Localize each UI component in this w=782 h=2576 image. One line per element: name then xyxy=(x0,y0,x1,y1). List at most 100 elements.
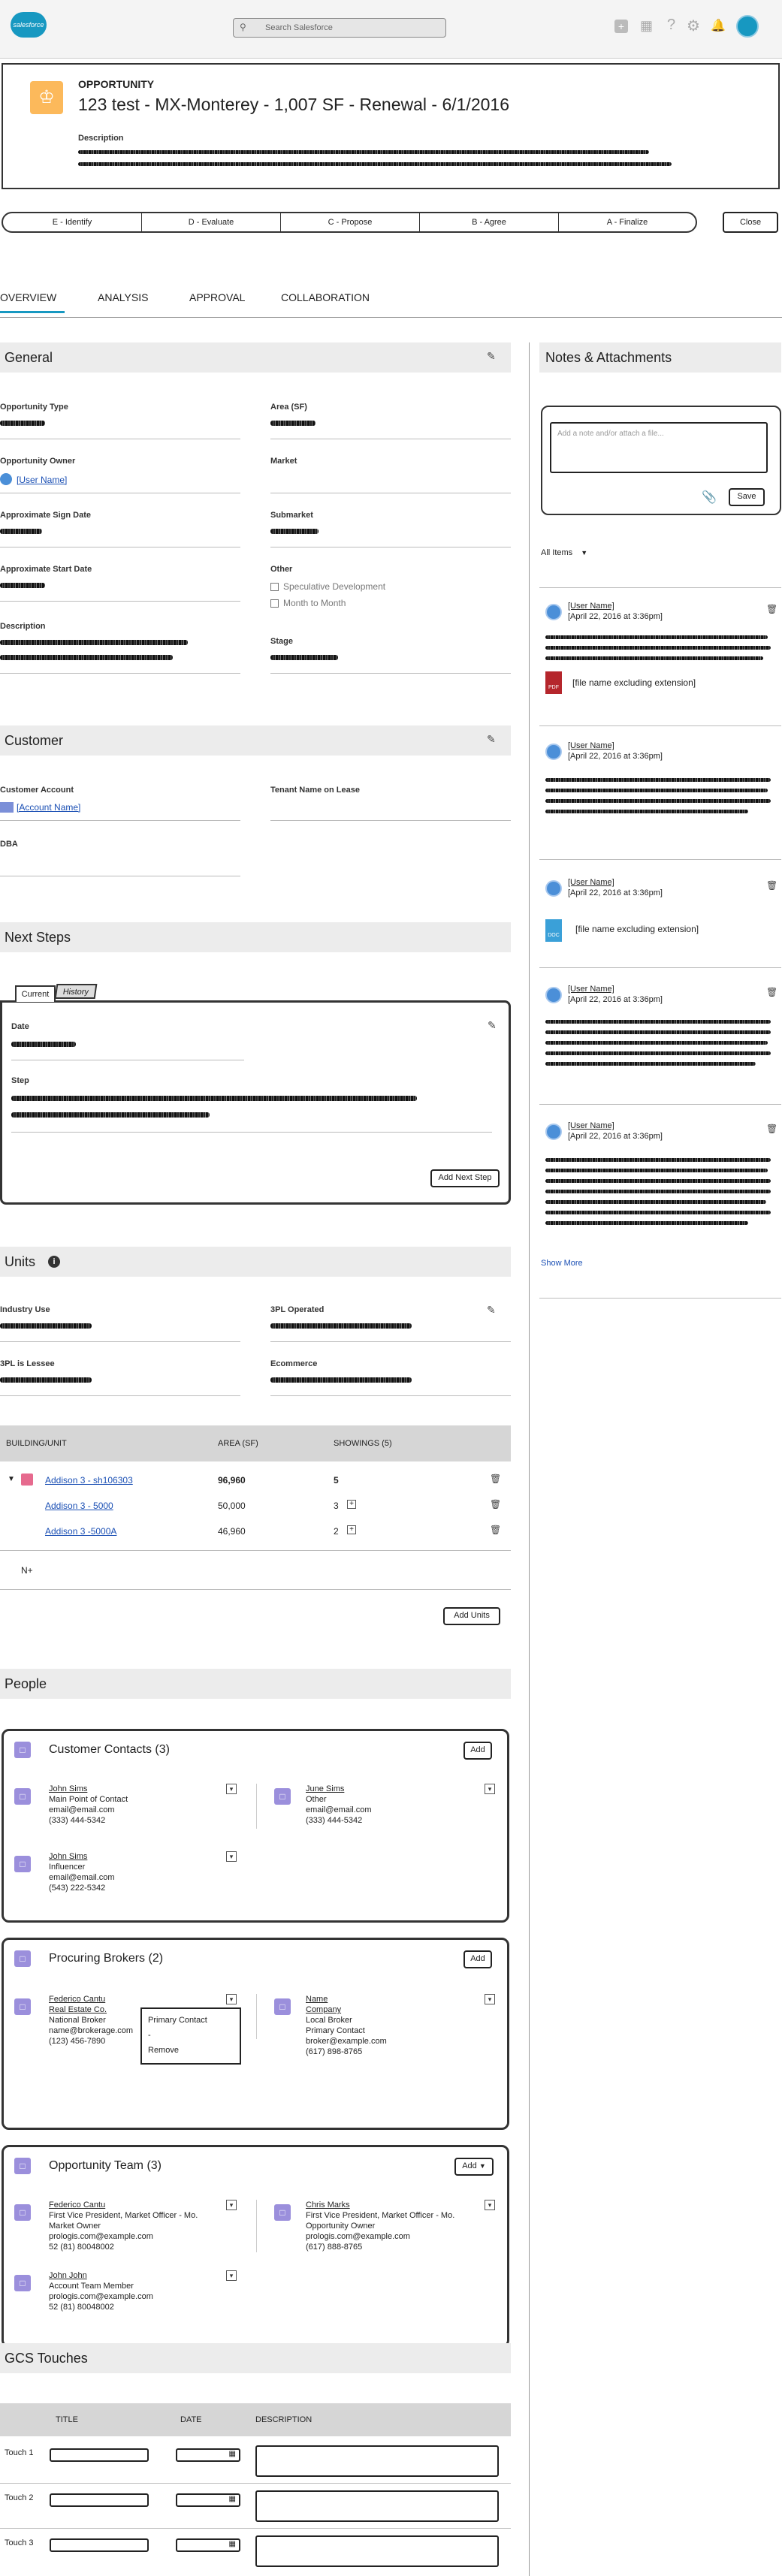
member-name[interactable]: John John xyxy=(49,2270,87,2281)
path-stage[interactable]: B - Agree xyxy=(420,213,559,231)
description-input[interactable] xyxy=(255,2535,499,2567)
chevron-down-icon: ▼ xyxy=(479,2162,486,2170)
note-body xyxy=(545,1211,771,1214)
info-icon[interactable]: i xyxy=(48,1256,60,1268)
attach-icon[interactable]: 📎 xyxy=(702,490,717,505)
broker-company[interactable]: Real Estate Co. xyxy=(49,2004,107,2015)
contact-name[interactable]: John Sims xyxy=(49,1784,87,1794)
bell-icon[interactable]: 🔔 xyxy=(711,18,726,33)
date-input[interactable]: ▦ xyxy=(176,2538,240,2552)
file-name[interactable]: [file name excluding extension] xyxy=(572,677,696,688)
tab-approval[interactable]: APPROVAL xyxy=(189,291,245,303)
add-units-button[interactable]: Add Units xyxy=(443,1607,500,1625)
add-team-member-button[interactable]: Add ▼ xyxy=(454,2158,494,2176)
path-stage[interactable]: E - Identify xyxy=(3,213,142,231)
speculative-checkbox[interactable]: Speculative Development xyxy=(270,581,385,592)
chevron-down-icon[interactable]: ▾ xyxy=(485,1994,495,2004)
title-input[interactable] xyxy=(50,2493,149,2507)
file-name[interactable]: [file name excluding extension] xyxy=(575,924,699,934)
tab-analysis[interactable]: ANALYSIS xyxy=(98,291,148,303)
chevron-down-icon[interactable]: ▾ xyxy=(226,2200,237,2210)
tab-overview[interactable]: OVERVIEW xyxy=(0,291,56,303)
month-to-month-checkbox[interactable]: Month to Month xyxy=(270,598,346,608)
plus-icon[interactable]: + xyxy=(614,20,628,33)
unit-area: 50,000 xyxy=(218,1501,246,1511)
account-link[interactable]: [Account Name] xyxy=(17,802,80,813)
trash-icon[interactable]: 🗑 xyxy=(766,604,777,614)
trash-icon[interactable]: 🗑 xyxy=(766,880,777,891)
note-author[interactable]: [User Name] xyxy=(568,601,614,611)
filter-dropdown[interactable]: All Items ▼ xyxy=(541,548,587,557)
trash-icon[interactable]: 🗑 xyxy=(766,1124,777,1134)
expand-icon[interactable]: ▼ xyxy=(8,1475,15,1483)
trash-icon[interactable]: 🗑 xyxy=(490,1499,501,1510)
unit-link[interactable]: Addison 3 - sh106303 xyxy=(45,1475,133,1486)
trash-icon[interactable]: 🗑 xyxy=(490,1474,501,1484)
gear-icon[interactable]: ⚙ xyxy=(687,17,700,35)
unit-link[interactable]: Addison 3 -5000A xyxy=(45,1526,116,1537)
edit-icon[interactable]: ✎ xyxy=(488,1019,497,1032)
tab-history[interactable]: History xyxy=(54,984,98,999)
show-more-link[interactable]: Show More xyxy=(541,1259,583,1268)
calendar-icon[interactable]: ▦ xyxy=(229,2450,236,2458)
date-input[interactable]: ▦ xyxy=(176,2448,240,2462)
contact-name[interactable]: John Sims xyxy=(49,1851,87,1862)
note-author[interactable]: [User Name] xyxy=(568,1121,614,1131)
tab-collaboration[interactable]: COLLABORATION xyxy=(281,291,370,303)
save-button[interactable]: Save xyxy=(729,488,765,506)
edit-icon[interactable]: ✎ xyxy=(487,733,496,746)
menu-item-primary-contact[interactable]: Primary Contact xyxy=(148,2015,207,2026)
broker-name[interactable]: Name xyxy=(306,1994,328,2004)
add-next-step-button[interactable]: Add Next Step xyxy=(430,1169,500,1187)
path-stage[interactable]: C - Propose xyxy=(281,213,420,231)
user-icon xyxy=(0,473,12,485)
add-showing-icon[interactable]: + xyxy=(347,1500,356,1509)
broker-name[interactable]: Federico Cantu xyxy=(49,1994,105,2004)
help-icon[interactable]: ? xyxy=(667,17,675,34)
date-input[interactable]: ▦ xyxy=(176,2493,240,2507)
search-box[interactable]: ⚲ Search Salesforce xyxy=(233,18,446,38)
add-contact-button[interactable]: Add xyxy=(463,1742,492,1760)
calendar-icon[interactable]: ▦ xyxy=(229,2540,236,2548)
title-input[interactable] xyxy=(50,2538,149,2552)
member-name[interactable]: Chris Marks xyxy=(306,2200,350,2210)
edit-icon[interactable]: ✎ xyxy=(487,350,496,363)
contact-name[interactable]: June Sims xyxy=(306,1784,344,1794)
description-input[interactable] xyxy=(255,2445,499,2477)
calendar-icon[interactable]: ▦ xyxy=(229,2495,236,2503)
trash-icon[interactable]: 🗑 xyxy=(490,1525,501,1535)
grid-icon[interactable]: ▦ xyxy=(640,18,653,34)
unit-link[interactable]: Addison 3 - 5000 xyxy=(45,1501,113,1511)
path-stage[interactable]: A - Finalize xyxy=(559,213,696,231)
note-input[interactable]: Add a note and/or attach a file... xyxy=(550,422,768,473)
menu-item-remove[interactable]: Remove xyxy=(148,2045,179,2056)
chevron-down-icon[interactable]: ▾ xyxy=(226,1851,237,1862)
add-showing-icon[interactable]: + xyxy=(347,1525,356,1534)
opportunity-icon: ♔ xyxy=(30,81,63,114)
title-input[interactable] xyxy=(50,2448,149,2462)
trash-icon[interactable]: 🗑 xyxy=(766,987,777,997)
salesforce-logo[interactable]: salesforce xyxy=(11,12,47,38)
field-value xyxy=(0,421,45,426)
chevron-down-icon[interactable]: ▾ xyxy=(226,2270,237,2281)
owner-link[interactable]: [User Name] xyxy=(17,475,67,485)
chevron-down-icon[interactable]: ▾ xyxy=(485,2200,495,2210)
record-header: ♔ OPPORTUNITY 123 test - MX-Monterey - 1… xyxy=(2,63,780,189)
people-header: People xyxy=(0,1669,511,1699)
add-broker-button[interactable]: Add xyxy=(463,1950,492,1968)
tab-current[interactable]: Current xyxy=(15,985,56,1002)
chevron-down-icon[interactable]: ▾ xyxy=(485,1784,495,1794)
edit-icon[interactable]: ✎ xyxy=(487,1304,496,1317)
note-author[interactable]: [User Name] xyxy=(568,877,614,888)
close-button[interactable]: Close xyxy=(723,212,778,233)
table-row: ▼ Addison 3 - sh106303 96,960 5 🗑 xyxy=(0,1472,511,1492)
member-name[interactable]: Federico Cantu xyxy=(49,2200,105,2210)
broker-company[interactable]: Company xyxy=(306,2004,341,2015)
chevron-down-icon[interactable]: ▾ xyxy=(226,1784,237,1794)
avatar[interactable] xyxy=(736,15,759,38)
note-author[interactable]: [User Name] xyxy=(568,741,614,751)
note-author[interactable]: [User Name] xyxy=(568,984,614,994)
description-input[interactable] xyxy=(255,2490,499,2522)
chevron-down-icon[interactable]: ▾ xyxy=(226,1994,237,2004)
path-stage[interactable]: D - Evaluate xyxy=(142,213,281,231)
